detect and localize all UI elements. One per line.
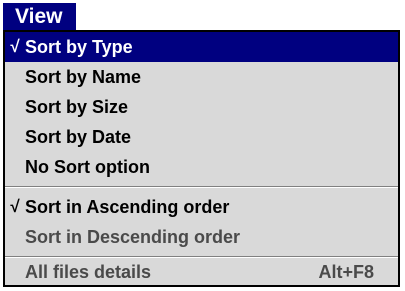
menu-item-sort-ascending[interactable]: √ Sort in Ascending order [5,192,398,222]
menu-item-sort-by-size[interactable]: Sort by Size [5,92,398,122]
view-menu-title[interactable]: View [3,3,77,30]
menu-item-sort-descending[interactable]: Sort in Descending order [5,222,398,252]
screen: View √ Sort by Type Sort by Name Sort by… [0,0,405,291]
menu-separator [5,186,398,188]
menu-item-label: No Sort option [25,157,150,177]
menu-item-label: Sort in Descending order [25,227,241,247]
checkmark-icon: √ [10,37,20,56]
menu-item-no-sort-option[interactable]: No Sort option [5,152,398,182]
menu-item-sort-by-type[interactable]: √ Sort by Type [5,32,398,62]
menu-item-label: Sort by Name [25,67,142,87]
menu-item-label: Sort by Type [25,37,133,57]
menu-item-all-files-details[interactable]: All files details Alt+F8 [5,257,398,287]
menu-item-sort-by-name[interactable]: Sort by Name [5,62,398,92]
menu-item-shortcut: Alt+F8 [318,262,374,282]
menu-item-label: Sort by Size [25,97,129,117]
view-menu-dropdown: √ Sort by Type Sort by Name Sort by Size… [3,30,400,287]
menu-item-label: Sort in Ascending order [25,197,230,217]
menu-item-sort-by-date[interactable]: Sort by Date [5,122,398,152]
checkmark-icon: √ [10,197,20,216]
menu-item-label: Sort by Date [25,127,132,147]
menu-item-label: All files details [25,262,152,282]
